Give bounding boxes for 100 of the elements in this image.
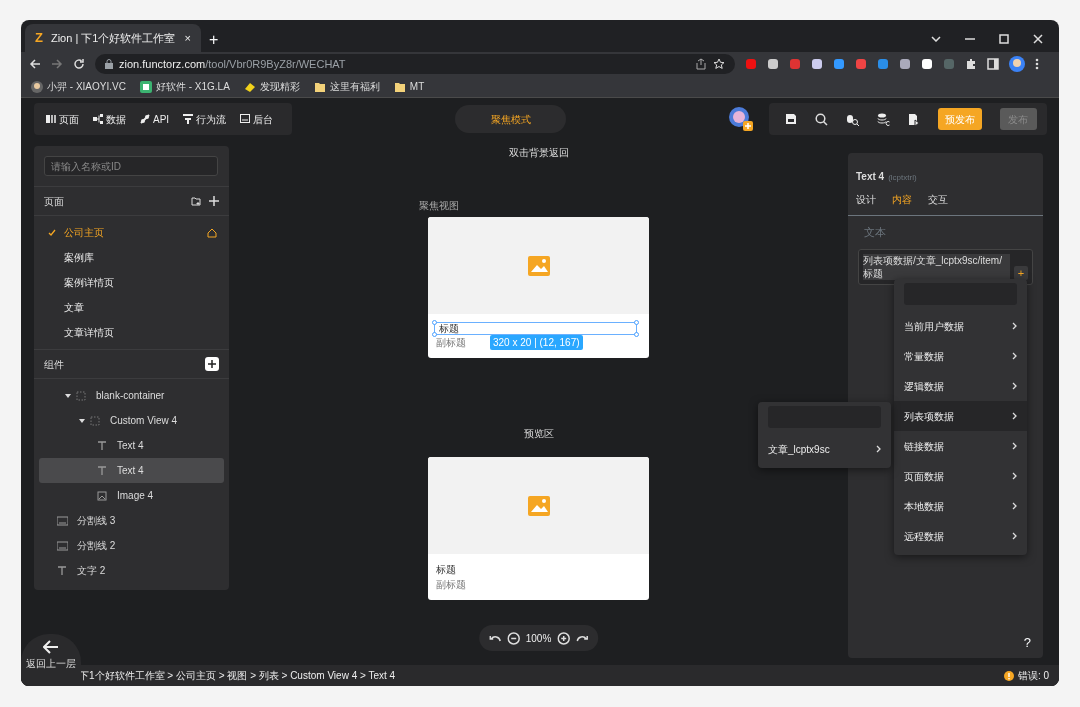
folder-icon[interactable] — [393, 80, 406, 93]
bug-search-icon[interactable] — [846, 112, 859, 126]
tree-item[interactable]: 分割线 3 — [39, 508, 224, 533]
view-label: 聚焦视图 — [419, 199, 459, 213]
focus-mode-button[interactable]: 聚焦模式 — [455, 105, 566, 133]
collaborator-avatar[interactable] — [729, 107, 753, 131]
panel-tab[interactable]: 内容 — [892, 192, 912, 207]
menu-item[interactable]: 当前用户数据 — [894, 311, 1027, 341]
menu-item[interactable]: 列表项数据 — [894, 401, 1027, 431]
help-link[interactable]: ? — [1023, 632, 1031, 652]
resize-handle[interactable] — [634, 332, 639, 337]
extension-icon[interactable] — [921, 58, 933, 70]
zoom-in-icon[interactable] — [557, 631, 571, 645]
folder-icon[interactable] — [313, 80, 326, 93]
panel-tab[interactable]: 交互 — [928, 192, 948, 207]
tree-item[interactable]: 分割线 2 — [39, 533, 224, 558]
caret-down-icon[interactable] — [65, 392, 71, 399]
breadcrumb: 下1个好软件工作室 > 公司主页 > 视图 > 列表 > Custom View 4 > Text 4 — [79, 669, 397, 683]
bookmark-link[interactable]: 好软件 - X1G.LA — [155, 79, 230, 94]
close-icon[interactable] — [1033, 34, 1043, 44]
bookmark-icon[interactable] — [139, 80, 152, 93]
menu-item[interactable]: 页面数据 — [894, 461, 1027, 491]
arrow-left-icon — [43, 640, 59, 654]
chevron-right-icon — [1012, 472, 1017, 480]
nav-tab[interactable]: 数据 — [93, 111, 126, 127]
resize-handle[interactable] — [634, 320, 639, 325]
back-icon[interactable] — [29, 58, 41, 70]
extension-icon[interactable] — [811, 58, 823, 70]
zoom-out-icon[interactable] — [506, 631, 520, 645]
new-folder-icon[interactable] — [191, 196, 201, 206]
search-icon[interactable] — [815, 112, 828, 126]
nav-tab[interactable]: 后台 — [240, 111, 274, 127]
tree-item[interactable]: Image 4 — [39, 483, 224, 508]
text-icon — [97, 440, 108, 451]
page-item[interactable]: 案例详情页 — [34, 270, 229, 295]
menu-item[interactable]: 常量数据 — [894, 341, 1027, 371]
share-icon[interactable] — [695, 58, 707, 70]
menu-item[interactable]: 文章_lcptx9sc — [758, 434, 891, 464]
extension-icon[interactable] — [899, 58, 911, 70]
nav-icon — [93, 114, 103, 124]
text-icon — [57, 565, 68, 576]
avatar[interactable] — [1009, 56, 1025, 72]
binding-tag: 列表项数据/文章_lcptx9sc/item/标题 — [863, 253, 1010, 280]
panel-title: Text 4 — [856, 170, 885, 184]
chevron-right-icon — [1012, 412, 1017, 420]
menu-item[interactable]: 链接数据 — [894, 431, 1027, 461]
star-icon[interactable] — [713, 58, 725, 70]
bookmark-icon[interactable] — [243, 80, 256, 93]
chevron-right-icon — [1012, 322, 1017, 330]
nav-tab[interactable]: 页面 — [46, 111, 79, 127]
tree-item[interactable]: Text 4 — [39, 433, 224, 458]
nav-tab[interactable]: API — [140, 111, 170, 127]
page-item[interactable]: 案例库 — [34, 245, 229, 270]
bookmark-link[interactable]: 发现精彩 — [259, 79, 300, 94]
add-binding-button[interactable]: + — [1014, 265, 1028, 280]
tree-item[interactable]: 文字 2 — [39, 558, 224, 583]
menu-item[interactable]: 逻辑数据 — [894, 371, 1027, 401]
back-button[interactable]: 返回上一层 — [21, 634, 81, 686]
add-button[interactable] — [205, 357, 219, 371]
database-icon[interactable] — [877, 112, 890, 126]
search-field[interactable]: 请输入名称或ID — [44, 156, 218, 176]
element-id: (lcptxtrl) — [888, 172, 917, 184]
url-text: zion.functorz.com/tool/Vbr0R9ByZ8r/WECHAT — [119, 56, 347, 72]
binding-field[interactable]: 列表项数据/文章_lcptx9sc/item/标题 + — [858, 248, 1033, 285]
new-tab-button[interactable]: + — [209, 28, 219, 52]
bookmark-link[interactable]: MT — [409, 79, 425, 94]
browser-tab[interactable]: Z Zion | 下1个好软件工作室 × — [25, 24, 201, 52]
nav-tab[interactable]: 行为流 — [183, 111, 227, 127]
logo: Z — [35, 29, 43, 48]
menu-item[interactable]: 本地数据 — [894, 491, 1027, 521]
chevron-right-icon — [1012, 382, 1017, 390]
tree-item[interactable]: Custom View 4 — [39, 408, 224, 433]
address-bar[interactable]: zion.functorz.com/tool/Vbr0R9ByZ8r/WECHAT — [95, 54, 735, 74]
more-icon[interactable] — [1035, 58, 1039, 70]
tree-item[interactable]: blank-container — [39, 383, 224, 408]
home-icon[interactable] — [207, 227, 217, 238]
reload-icon[interactable] — [73, 58, 85, 70]
caret-down-icon[interactable] — [79, 417, 85, 424]
bookmark-link[interactable]: 小羿 - XIAOYI.VC — [47, 79, 126, 94]
page-item[interactable]: 文章详情页 — [34, 320, 229, 345]
avatar[interactable] — [31, 80, 43, 93]
page-item[interactable]: 公司主页 — [34, 220, 229, 245]
bookmark-link[interactable]: 这里有福利 — [329, 79, 380, 94]
add-icon[interactable] — [209, 196, 219, 206]
resize-handle[interactable] — [432, 320, 437, 325]
chevron-down-icon[interactable] — [931, 36, 941, 42]
menu-item[interactable]: 远程数据 — [894, 521, 1027, 551]
panel-tab[interactable]: 设计 — [856, 192, 876, 207]
page-item[interactable]: 文章 — [34, 295, 229, 320]
side-panel-icon[interactable] — [987, 58, 999, 70]
maximize-icon[interactable] — [999, 34, 1009, 44]
extension-icon[interactable] — [767, 58, 779, 70]
redo-icon[interactable] — [576, 634, 589, 642]
undo-icon[interactable] — [488, 634, 501, 642]
resize-handle[interactable] — [432, 332, 437, 337]
close-tab-button[interactable]: × — [184, 29, 191, 47]
file-play-icon[interactable] — [908, 112, 920, 126]
tree-item[interactable]: Text 4 — [39, 458, 224, 483]
puzzle-icon[interactable] — [965, 58, 977, 70]
save-icon[interactable] — [785, 113, 797, 125]
